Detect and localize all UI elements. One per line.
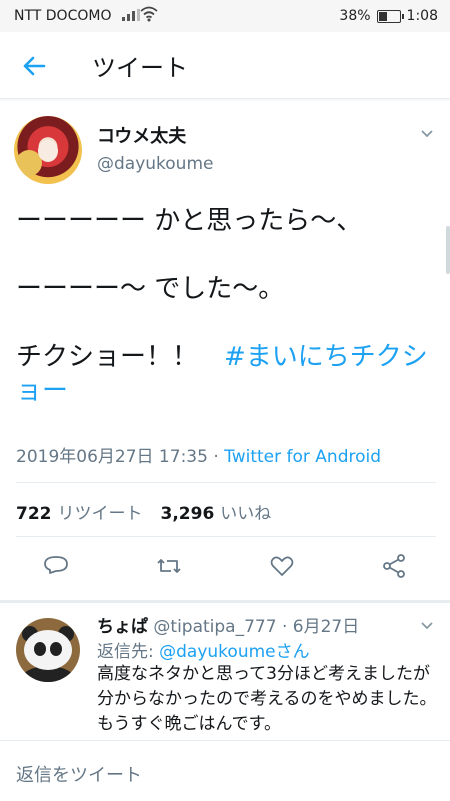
- retweet-icon[interactable]: [155, 552, 183, 580]
- retweets-label[interactable]: リツイート: [58, 504, 143, 524]
- page-title: ツイート: [92, 54, 188, 82]
- app-header: ツイート: [0, 32, 450, 99]
- tweet-text: ーーーーー かと思ったら〜、 ーーーー〜 でした〜。 チクショー！！ #まいにち…: [16, 204, 436, 408]
- carrier-label: NTT DOCOMO: [14, 8, 112, 24]
- battery-percent: 38%: [339, 8, 371, 24]
- divider: [16, 536, 436, 537]
- reply-icon[interactable]: [42, 552, 70, 580]
- signal-icon: [122, 9, 140, 21]
- battery-icon: [376, 9, 404, 23]
- reply-input-placeholder[interactable]: 返信をツイート: [16, 761, 142, 787]
- author-handle[interactable]: @dayukoume: [97, 154, 213, 174]
- reply-author-handle[interactable]: @tipatipa_777: [153, 617, 276, 637]
- share-icon[interactable]: [380, 552, 408, 580]
- wifi-icon: [140, 6, 158, 22]
- reply-to: 返信先: @dayukoumeさん: [97, 637, 310, 662]
- tweet-line-2: ーーーー〜 でした〜。: [16, 274, 285, 304]
- tweet-line-3: チクショー！！: [16, 342, 225, 372]
- like-icon[interactable]: [268, 552, 296, 580]
- reply-avatar[interactable]: [16, 618, 80, 682]
- reply-composer[interactable]: 返信をツイート: [0, 740, 450, 801]
- divider: [16, 482, 436, 483]
- reply-to-label: 返信先:: [97, 642, 160, 662]
- chevron-down-icon[interactable]: [420, 618, 434, 632]
- tweet-actions: [0, 552, 450, 582]
- likes-label[interactable]: いいね: [220, 504, 271, 524]
- chevron-down-icon[interactable]: [420, 126, 434, 140]
- reply-author-name[interactable]: ちょぱ: [97, 617, 148, 637]
- client-link[interactable]: Twitter for Android: [224, 447, 381, 467]
- tweet-meta: 2019年06月27日 17:35 · Twitter for Android: [16, 442, 381, 467]
- status-bar: NTT DOCOMO 38% 1:08: [0, 0, 450, 32]
- reply-header: ちょぱ @tipatipa_777 · 6月27日: [97, 612, 359, 637]
- tweet-line-1: ーーーーー かと思ったら〜、: [16, 206, 363, 236]
- tweet-stats: 722 リツイート 3,296 いいね: [16, 499, 271, 524]
- retweets-count[interactable]: 722: [16, 504, 52, 524]
- reply-text: 高度なネタかと思って3分ほど考えましたが分からなかったので考えるのをやめました。…: [97, 664, 437, 734]
- author-name[interactable]: コウメ太夫: [97, 122, 186, 148]
- back-arrow-icon[interactable]: [18, 50, 50, 82]
- clock: 1:08: [406, 8, 438, 24]
- section-separator: [0, 600, 450, 603]
- author-avatar[interactable]: [14, 116, 82, 184]
- likes-count[interactable]: 3,296: [161, 504, 215, 524]
- scroll-indicator: [446, 226, 450, 274]
- timestamp: 2019年06月27日 17:35 ·: [16, 447, 225, 467]
- reply-to-link[interactable]: @dayukoumeさん: [159, 642, 309, 662]
- reply-date: · 6月27日: [276, 617, 360, 637]
